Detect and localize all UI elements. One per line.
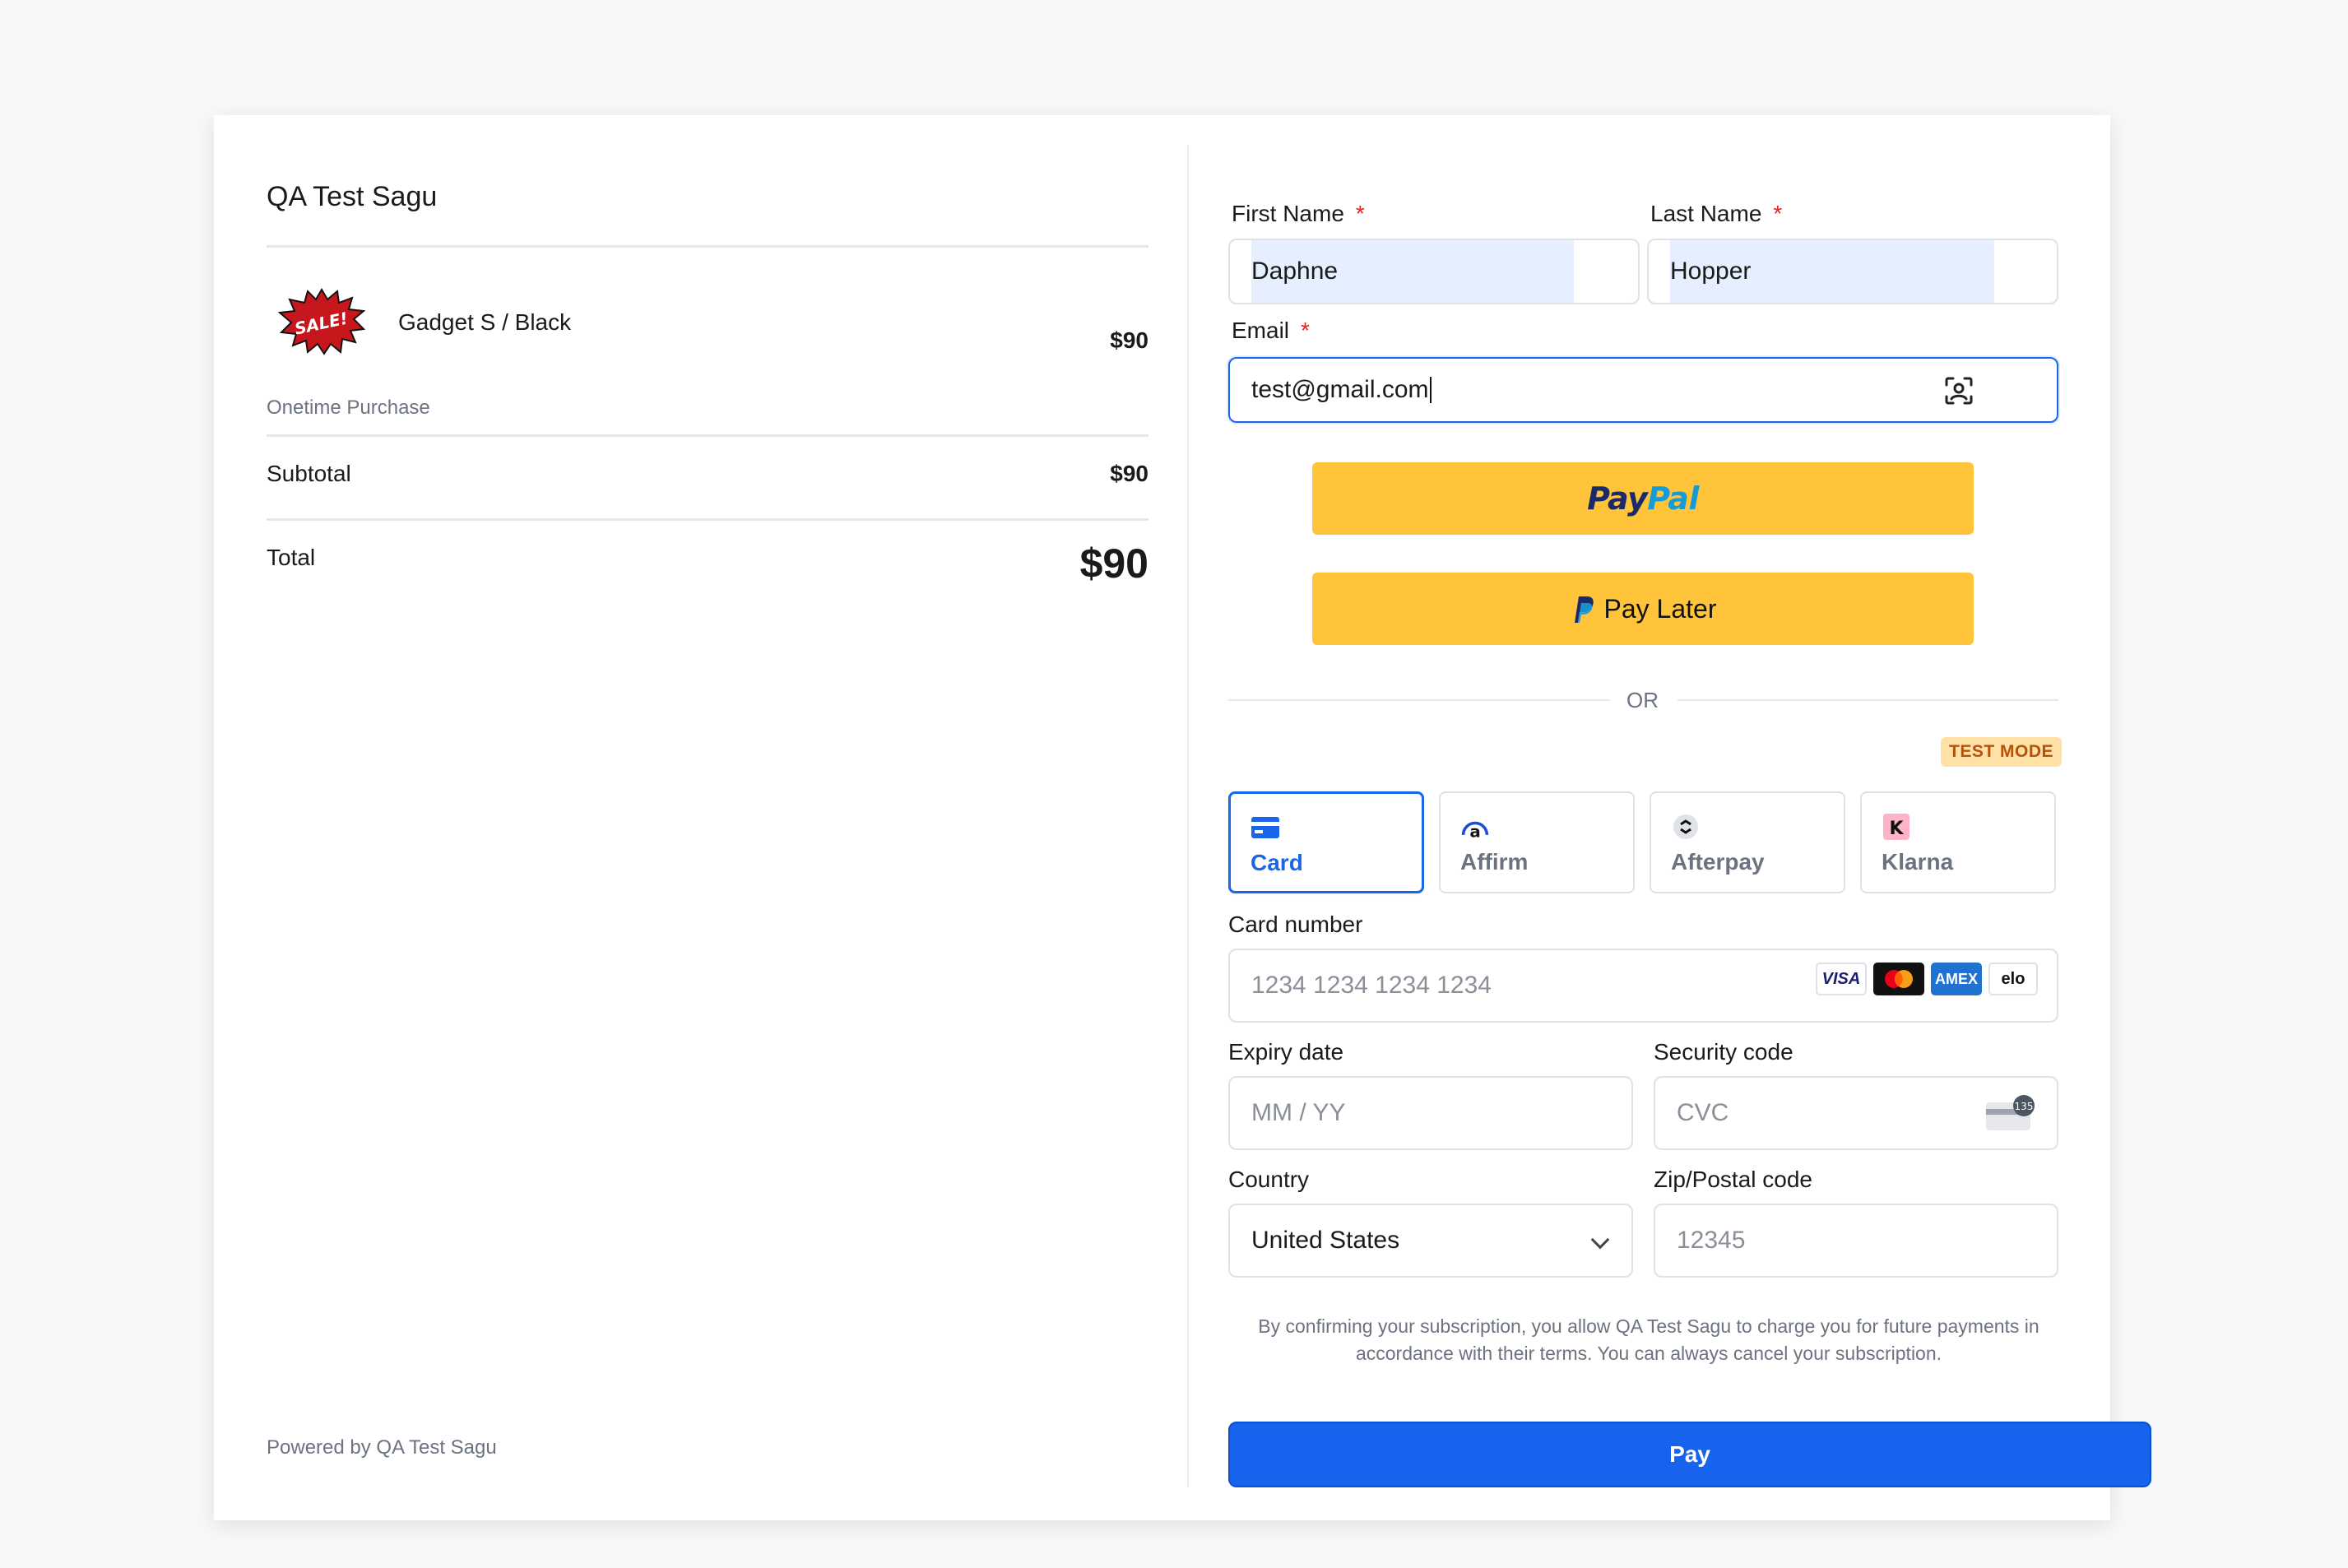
- subtotal-value: $90: [1110, 461, 1148, 486]
- consent-text: By confirming your subscription, you all…: [1258, 1315, 2039, 1364]
- powered-by: Powered by QA Test Sagu: [267, 1436, 497, 1459]
- country-label: Country: [1228, 1167, 1310, 1192]
- shop-name: QA Test Sagu: [267, 181, 438, 212]
- panel-divider: [1187, 145, 1189, 1487]
- zip-input[interactable]: 12345: [1654, 1204, 2058, 1278]
- pay-later-label: Pay Later: [1603, 593, 1717, 624]
- visa-icon: VISA: [1816, 963, 1867, 995]
- total-label: Total: [267, 545, 316, 570]
- test-mode-badge: TEST MODE: [1941, 737, 2063, 767]
- security-code-input[interactable]: CVC 135: [1654, 1076, 2058, 1150]
- email-value: test@gmail.com: [1251, 359, 1432, 421]
- checkout-card: QA Test Sagu SALE! Gadget S / Black $90 …: [214, 115, 2151, 1520]
- expiry-label: Expiry date: [1228, 1039, 1344, 1065]
- card-number-label: Card number: [1228, 912, 1363, 937]
- last-name-value: Hopper: [1670, 257, 1752, 285]
- product-price: $90: [1110, 327, 1148, 353]
- tab-label: Afterpay: [1671, 849, 1765, 874]
- pay-button[interactable]: Pay: [1228, 1422, 2151, 1487]
- first-name-value: Daphne: [1251, 257, 1339, 285]
- tab-label: Klarna: [1882, 849, 1954, 874]
- first-name-input[interactable]: Daphne: [1228, 239, 1640, 304]
- product-image: SALE!: [278, 288, 365, 355]
- country-value: United States: [1251, 1227, 1400, 1254]
- tab-label: Card: [1251, 850, 1303, 875]
- divider: [267, 518, 1148, 521]
- tab-card[interactable]: Card: [1228, 791, 1424, 893]
- email-input[interactable]: test@gmail.com: [1228, 357, 2058, 423]
- paypal-button[interactable]: PayPal: [1312, 462, 1974, 535]
- required-mark: *: [1355, 201, 1365, 226]
- last-name-input[interactable]: Hopper: [1647, 239, 2058, 304]
- chevron-down-icon: [1590, 1230, 1610, 1250]
- or-divider-line: [1228, 699, 1610, 701]
- elo-icon: elo: [1988, 963, 2038, 995]
- klarna-icon: K: [1882, 813, 1911, 841]
- tab-affirm[interactable]: a Affirm: [1439, 791, 1635, 893]
- cvc-icon-text: 135: [2015, 1101, 2034, 1112]
- security-code-placeholder: CVC: [1677, 1099, 1729, 1126]
- tab-afterpay[interactable]: Afterpay: [1650, 791, 1845, 893]
- paypal-pay-later-button[interactable]: Pay Later: [1312, 573, 1974, 645]
- divider: [267, 434, 1148, 437]
- zip-placeholder: 12345: [1677, 1227, 1746, 1254]
- paypal-logo: PayPal: [1587, 480, 1699, 517]
- svg-text:K: K: [1889, 819, 1904, 839]
- mastercard-icon: [1873, 963, 1924, 995]
- paypal-p-icon: [1574, 596, 1594, 623]
- subtotal-label: Subtotal: [267, 461, 351, 486]
- product-name: Gadget S / Black: [398, 309, 572, 335]
- cvc-card-icon: 135: [1986, 1095, 2035, 1130]
- first-name-label: First Name *: [1232, 201, 1365, 226]
- total-value: $90: [1079, 540, 1148, 587]
- order-summary: QA Test Sagu SALE! Gadget S / Black $90 …: [267, 115, 1148, 1520]
- text-caret: [1429, 377, 1432, 403]
- svg-text:a: a: [1469, 823, 1480, 841]
- autofill-contact-icon[interactable]: [1943, 375, 1974, 406]
- expiry-input[interactable]: MM / YY: [1228, 1076, 1633, 1150]
- affirm-icon: a: [1460, 813, 1490, 841]
- or-divider-line: [1677, 699, 2058, 701]
- amex-icon: AMEX: [1931, 963, 1982, 995]
- tab-klarna[interactable]: K Klarna: [1860, 791, 2056, 893]
- zip-label: Zip/Postal code: [1654, 1167, 1812, 1192]
- required-mark: *: [1773, 201, 1783, 226]
- required-mark: *: [1301, 318, 1310, 343]
- divider: [267, 245, 1148, 248]
- tab-label: Affirm: [1460, 849, 1529, 874]
- purchase-type: Onetime Purchase: [267, 397, 430, 419]
- last-name-label: Last Name *: [1650, 201, 1783, 226]
- country-select[interactable]: United States: [1228, 1204, 1633, 1278]
- payment-form: First Name * Daphne Last Name * Hopper Ema…: [1228, 115, 2151, 1520]
- card-number-placeholder: 1234 1234 1234 1234: [1251, 972, 1492, 999]
- or-text: OR: [1626, 688, 1659, 712]
- email-label: Email *: [1232, 318, 1310, 343]
- card-icon: [1251, 814, 1280, 842]
- expiry-placeholder: MM / YY: [1251, 1099, 1346, 1126]
- afterpay-icon: [1671, 813, 1701, 841]
- security-code-label: Security code: [1654, 1039, 1793, 1065]
